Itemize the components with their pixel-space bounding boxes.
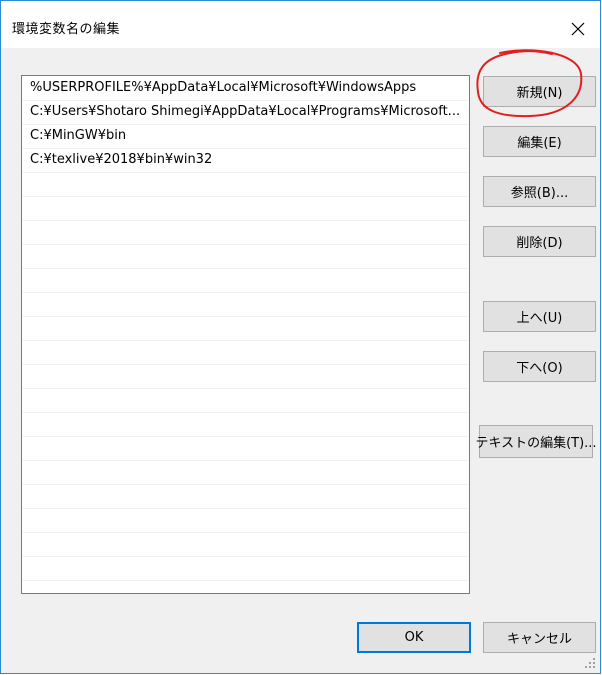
path-list[interactable]: %USERPROFILE%¥AppData¥Local¥Microsoft¥Wi… <box>21 75 470 594</box>
edit-environment-variable-dialog: 環境変数名の編集 %USERPROFILE%¥AppData¥Local¥Mic… <box>0 0 601 674</box>
move-up-button[interactable]: 上へ(U) <box>483 301 596 332</box>
new-button[interactable]: 新規(N) <box>483 76 596 107</box>
browse-button[interactable]: 参照(B)... <box>483 176 596 207</box>
list-item[interactable]: C:¥texlive¥2018¥bin¥win32 <box>22 148 469 172</box>
move-down-button[interactable]: 下へ(O) <box>483 351 596 382</box>
edit-button[interactable]: 編集(E) <box>483 126 596 157</box>
cancel-button[interactable]: キャンセル <box>483 622 596 653</box>
title-bar: 環境変数名の編集 <box>1 1 600 48</box>
delete-button[interactable]: 削除(D) <box>483 226 596 257</box>
list-item[interactable]: %USERPROFILE%¥AppData¥Local¥Microsoft¥Wi… <box>22 76 469 100</box>
dialog-title: 環境変数名の編集 <box>12 22 121 37</box>
edit-text-button[interactable]: テキストの編集(T)... <box>475 425 597 458</box>
resize-grip-icon[interactable] <box>584 657 596 669</box>
list-item[interactable]: C:¥MinGW¥bin <box>22 124 469 148</box>
close-icon <box>571 22 585 36</box>
ok-button[interactable]: OK <box>357 622 471 653</box>
list-item[interactable]: C:¥Users¥Shotaro Shimegi¥AppData¥Local¥P… <box>22 100 469 124</box>
close-button[interactable] <box>560 11 596 47</box>
